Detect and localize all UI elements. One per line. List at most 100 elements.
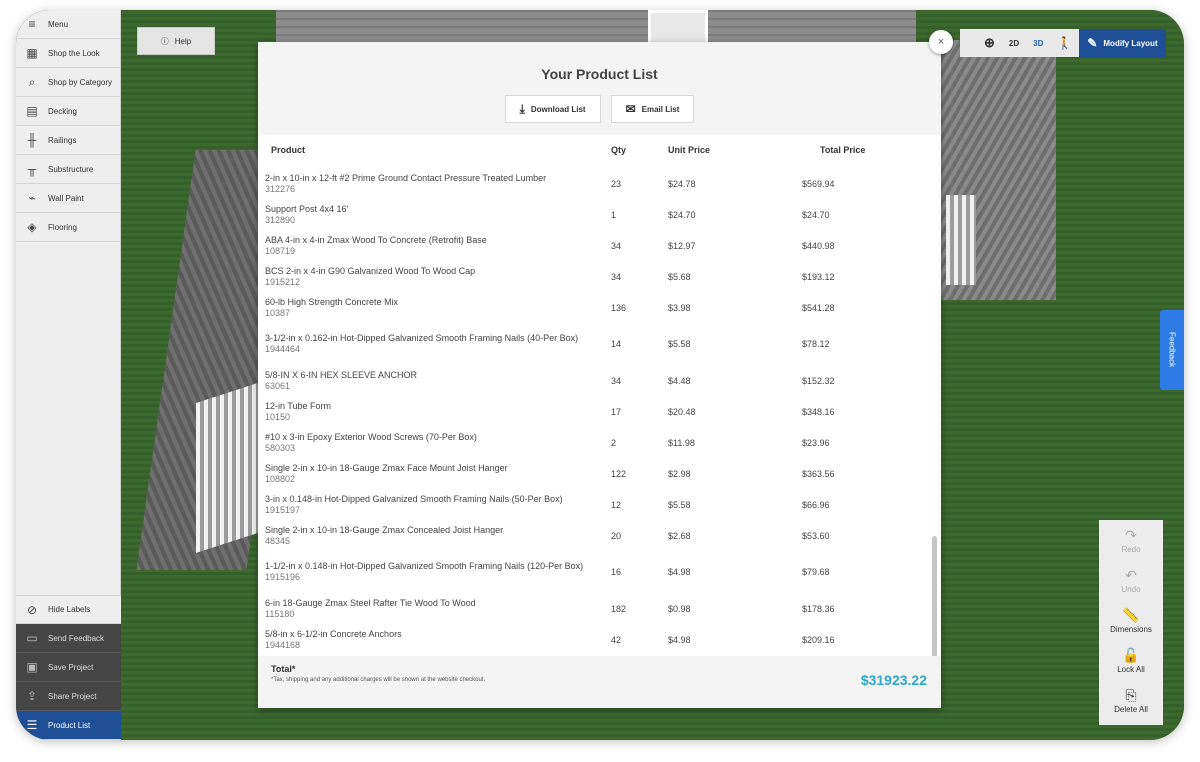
sidebar-item-shop-by-category[interactable]: ⌕ Shop by Category bbox=[16, 68, 120, 97]
unit-price-cell: $2.68 bbox=[668, 530, 691, 541]
sidebar-item-decking[interactable]: ▤ Decking bbox=[16, 97, 120, 126]
walk-mode-button[interactable]: 🚶 bbox=[1050, 29, 1079, 57]
sidebar-item-substructure[interactable]: ╥ Substructure bbox=[16, 155, 120, 184]
download-list-button[interactable]: ⤓ Download List bbox=[504, 95, 601, 123]
total-price-cell: $79.68 bbox=[802, 567, 830, 577]
lock-all-button[interactable]: 🔓 Lock All bbox=[1099, 640, 1163, 680]
product-sku: 1915212 bbox=[265, 276, 301, 287]
total-price-cell: $440.98 bbox=[802, 240, 835, 251]
sidebar-item-flooring[interactable]: ◈ Flooring bbox=[16, 213, 120, 242]
total-price-cell: $209.16 bbox=[802, 634, 835, 645]
decking-icon: ▤ bbox=[26, 104, 38, 118]
product-cell: 60-lb High Strength Concrete Mix 10387 bbox=[265, 297, 611, 319]
sidebar-item-label: Railings bbox=[48, 135, 77, 145]
sidebar-item-wall-paint[interactable]: ⌁ Wall Paint bbox=[16, 184, 120, 213]
product-name: ABA 4-in x 4-in Zmax Wood To Concrete (R… bbox=[265, 234, 487, 245]
product-table-body[interactable]: 2-in x 10-in x 12-ft #2 Prime Ground Con… bbox=[258, 168, 941, 664]
product-cell: 3-in x 0.148-in Hot-Dipped Galvanized Sm… bbox=[265, 494, 611, 516]
unit-price-cell: $11.98 bbox=[668, 437, 695, 448]
product-cell: 1-1/2-in x 0.148-in Hot-Dipped Galvanize… bbox=[265, 561, 611, 583]
col-header-qty: Qty bbox=[611, 145, 627, 155]
view-3d-button[interactable]: 3D bbox=[1026, 29, 1050, 57]
close-modal-button[interactable]: × bbox=[929, 30, 953, 54]
col-header-total-price: Total Price bbox=[820, 145, 866, 155]
feedback-tab[interactable]: Feedback bbox=[1160, 310, 1184, 390]
product-name: 3-1/2-in x 0.162-in Hot-Dipped Galvanize… bbox=[265, 333, 579, 343]
search-icon: ⌕ bbox=[28, 74, 36, 89]
undo-button[interactable]: ↶ Undo bbox=[1099, 560, 1163, 600]
total-price-cell: $24.70 bbox=[802, 209, 830, 220]
product-name: 5/8-IN X 6-IN HEX SLEEVE ANCHOR bbox=[265, 369, 418, 380]
product-list-button[interactable]: ☰ Product List bbox=[16, 711, 121, 740]
table-scrollbar[interactable] bbox=[932, 536, 937, 662]
unit-price-cell: $5.58 bbox=[668, 339, 691, 349]
total-note: *Tax, shipping and any additional charge… bbox=[271, 677, 486, 683]
modify-layout-button[interactable]: ✎ Modify Layout bbox=[1079, 29, 1166, 57]
qty-cell: 23 bbox=[611, 178, 622, 189]
compass-icon: ⊕ bbox=[984, 35, 995, 50]
sidebar-item-railings[interactable]: ╫ Railings bbox=[16, 126, 120, 155]
menu-icon: ≡ bbox=[28, 17, 36, 31]
unit-price-cell: $0.98 bbox=[668, 603, 691, 614]
share-project-button[interactable]: ⇪ Share Project bbox=[16, 682, 121, 711]
product-sku: 1944168 bbox=[265, 639, 301, 650]
sidebar-item-shop-the-look[interactable]: ▦ Shop the Look bbox=[16, 39, 120, 68]
ruler-icon: 📏 bbox=[1122, 606, 1140, 623]
sidebar: ≡ Menu ▦ Shop the Look ⌕ Shop by Category ▤ Dec… bbox=[16, 10, 121, 740]
table-row: 3-in x 0.148-in Hot-Dipped Galvanized Sm… bbox=[258, 489, 941, 520]
modal-actions: ⤓ Download List ✉ Email List bbox=[258, 95, 941, 123]
product-name: 12-in Tube Form bbox=[265, 400, 332, 411]
redo-button[interactable]: ↷ Redo bbox=[1099, 520, 1163, 560]
product-cell: 5/8-in x 6-1/2-in Concrete Anchors 194416… bbox=[265, 629, 611, 651]
table-row: Support Post 4x4 16' 312890 1 $24.70 $24.70 bbox=[258, 199, 941, 230]
unit-price-cell: $12.97 bbox=[668, 240, 696, 251]
table-row: Single 2-in x 10-in 18-Gauge Zmax Concea… bbox=[258, 520, 941, 551]
unit-price-cell: $3.98 bbox=[668, 302, 691, 313]
total-price-cell: $23.96 bbox=[802, 437, 830, 448]
sidebar-item-label: Menu bbox=[48, 19, 69, 29]
qty-cell: 34 bbox=[611, 240, 622, 251]
unit-price-cell: $24.70 bbox=[668, 209, 696, 220]
send-feedback-button[interactable]: ▭ Send Feedback bbox=[16, 624, 121, 653]
product-cell: 12-in Tube Form 10150 bbox=[265, 401, 611, 423]
save-project-button[interactable]: ▣ Save Project bbox=[16, 653, 121, 682]
sidebar-item-label: Shop by Category bbox=[48, 77, 113, 87]
total-price-cell: $363.56 bbox=[802, 468, 835, 479]
email-list-button[interactable]: ✉ Email List bbox=[610, 95, 695, 123]
delete-icon: ⎘ bbox=[1125, 686, 1137, 703]
product-cell: BCS 2-in x 4-in G90 Galvanized Wood To W… bbox=[265, 266, 611, 288]
product-name: 2-in x 10-in x 12-ft #2 Prime Ground Con… bbox=[265, 172, 547, 183]
table-row: BCS 2-in x 4-in G90 Galvanized Wood To W… bbox=[258, 261, 941, 292]
product-name: Single 2-in x 10-in 18-Gauge Zmax Face M… bbox=[265, 462, 508, 473]
walking-person-icon: 🚶 bbox=[1057, 36, 1073, 50]
product-sku: 580303 bbox=[265, 442, 296, 453]
total-price-cell: $78.12 bbox=[802, 339, 830, 349]
product-name: 5/8-in x 6-1/2-in Concrete Anchors bbox=[265, 628, 402, 639]
help-button[interactable]: ⓘ Help bbox=[137, 27, 215, 55]
unit-price-cell: $24.78 bbox=[668, 178, 696, 189]
compass-button[interactable]: ⊕ bbox=[960, 29, 1002, 57]
total-price-cell: $178.36 bbox=[802, 603, 835, 614]
dimensions-button[interactable]: 📏 Dimensions bbox=[1099, 600, 1163, 640]
undo-icon: ↶ bbox=[1125, 566, 1137, 583]
modal-header: Your Product List ⤓ Download List ✉ Emai… bbox=[258, 42, 941, 135]
help-icon: ⓘ bbox=[160, 36, 169, 46]
product-sku: 48345 bbox=[265, 535, 291, 546]
product-list-modal: Your Product List ⤓ Download List ✉ Emai… bbox=[258, 42, 941, 708]
view-2d-button[interactable]: 2D bbox=[1002, 29, 1026, 57]
app-frame: ≡ Menu ▦ Shop the Look ⌕ Shop by Category ▤ Dec… bbox=[16, 10, 1184, 740]
delete-all-button[interactable]: ⎘ Delete All bbox=[1099, 680, 1163, 720]
product-name: Single 2-in x 10-in 18-Gauge Zmax Concea… bbox=[265, 524, 504, 535]
total-price-cell: $152.32 bbox=[802, 375, 835, 386]
view-toolbar: ⊕ 2D 3D 🚶 ✎ Modify Layout bbox=[960, 29, 1166, 57]
hide-labels-button[interactable]: ⊘ Hide Labels bbox=[16, 595, 121, 624]
qty-cell: 20 bbox=[611, 530, 622, 541]
qty-cell: 42 bbox=[611, 634, 622, 645]
eye-off-icon: ⊘ bbox=[26, 602, 38, 617]
table-row: 5/8-in x 6-1/2-in Concrete Anchors 194416… bbox=[258, 624, 941, 655]
table-row: 6-in 18-Gauge Zmax Steel Rafter Tie Wood… bbox=[258, 593, 941, 624]
sidebar-item-menu[interactable]: ≡ Menu bbox=[16, 10, 120, 39]
substructure-icon: ╥ bbox=[27, 162, 37, 176]
product-name: 6-in 18-Gauge Zmax Steel Rafter Tie Wood… bbox=[265, 597, 476, 608]
total-price-cell: $66.96 bbox=[802, 499, 830, 510]
